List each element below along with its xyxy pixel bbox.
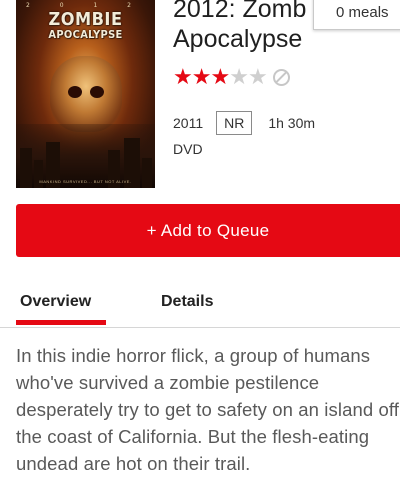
star-icon[interactable]: ★ [248, 66, 268, 88]
star-icon[interactable]: ★ [192, 66, 212, 88]
star-icon[interactable]: ★ [229, 66, 249, 88]
movie-poster[interactable]: 2 0 1 2 ZOMBIE APOCALYPSE MANKIND SURVIV… [16, 0, 155, 188]
movie-meta: 2011 NR 1h 30m [173, 111, 315, 135]
not-interested-icon[interactable] [272, 68, 290, 86]
detail-tabs: Overview Details [0, 285, 400, 328]
add-to-queue-button[interactable]: + Add to Queue [16, 204, 400, 257]
poster-tagline: MANKIND SURVIVED... BUT NOT ALIVE. [39, 179, 132, 184]
poster-skull-art [50, 56, 122, 132]
movie-title-line1: 2012: Zomb [173, 0, 307, 23]
movie-title-line2: Apocalypse [173, 25, 303, 53]
mpaa-rating-badge: NR [216, 111, 253, 135]
release-year: 2011 [173, 115, 204, 131]
tab-details[interactable]: Details [161, 293, 213, 311]
active-tab-indicator [16, 320, 106, 325]
poster-title-line2: APOCALYPSE [48, 28, 123, 41]
duration: 1h 30m [268, 115, 316, 131]
star-rating[interactable]: ★ ★ ★ ★ ★ [173, 66, 290, 88]
poster-year: 2 0 1 2 [26, 2, 145, 9]
movie-title: 2012: Zomb Apocalypse [173, 0, 306, 54]
media-format: DVD [173, 141, 203, 157]
tab-overview[interactable]: Overview [20, 293, 91, 311]
meals-popup[interactable]: 0 meals [313, 0, 400, 30]
star-icon[interactable]: ★ [173, 66, 193, 88]
poster-title-line1: ZOMBIE [48, 9, 123, 30]
movie-synopsis: In this indie horror flick, a group of h… [16, 345, 400, 474]
star-icon[interactable]: ★ [210, 66, 230, 88]
